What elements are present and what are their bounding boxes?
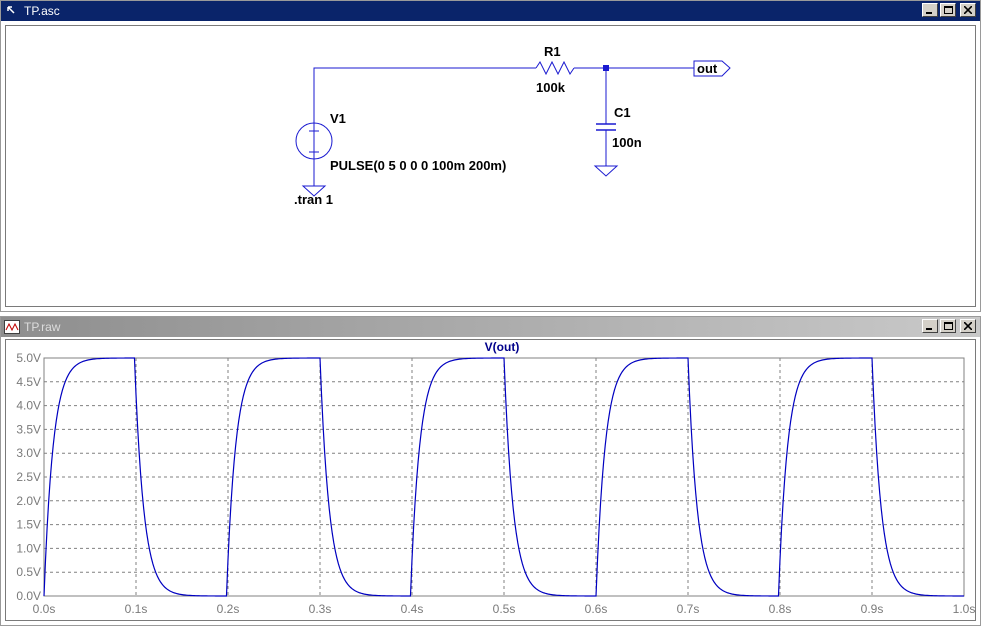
y-tick-label: 1.0V — [16, 541, 41, 555]
minimize-button[interactable] — [922, 3, 938, 17]
tran-directive[interactable]: .tran 1 — [294, 192, 333, 207]
y-tick-label: 4.0V — [16, 399, 41, 413]
x-tick-label: 0.2s — [217, 602, 240, 616]
waveform-window-title: TP.raw — [24, 320, 61, 334]
v1-name-label[interactable]: V1 — [330, 111, 346, 126]
r1-value-label[interactable]: 100k — [536, 80, 566, 95]
ground-c1-symbol — [593, 165, 619, 177]
waveform-doc-icon — [4, 319, 20, 335]
close-icon — [964, 322, 972, 330]
schematic-canvas[interactable]: R1 100k C1 100n V1 PULSE(0 5 0 0 0 100m … — [5, 25, 976, 307]
waveform-window: TP.raw 0.0s 0.1s 0.2s 0.3s 0.4s 0.5s 0.6s 0.7s 0… — [0, 316, 981, 626]
x-tick-label: 0.8s — [769, 602, 792, 616]
r1-name-label[interactable]: R1 — [544, 44, 561, 59]
x-tick-label: 0.3s — [309, 602, 332, 616]
wire-v1-r1 — [313, 67, 536, 163]
capacitor-c1-symbol — [596, 123, 616, 131]
y-tick-label: 1.5V — [16, 518, 41, 532]
x-tick-label: 0.0s — [33, 602, 56, 616]
waveform-plot-area[interactable]: 0.0s 0.1s 0.2s 0.3s 0.4s 0.5s 0.6s 0.7s 0.8s 0.9s… — [5, 339, 976, 621]
x-tick-label: 0.4s — [401, 602, 424, 616]
x-tick-label: 1.0s — [953, 602, 976, 616]
maximize-button[interactable] — [940, 319, 956, 333]
y-tick-label: 0.0V — [16, 589, 41, 603]
c1-name-label[interactable]: C1 — [614, 105, 631, 120]
schematic-window: TP.asc R1 100k C1 100n V1 PULSE(0 5 0 0 … — [0, 0, 981, 312]
x-tick-label: 0.5s — [493, 602, 516, 616]
resistor-r1-symbol — [535, 60, 575, 76]
schematic-window-title: TP.asc — [24, 4, 60, 18]
waveform-plot[interactable]: 0.0s 0.1s 0.2s 0.3s 0.4s 0.5s 0.6s 0.7s 0.8s 0.9s… — [6, 340, 977, 622]
c1-value-label[interactable]: 100n — [612, 135, 642, 150]
y-tick-label: 4.5V — [16, 375, 41, 389]
x-tick-label: 0.9s — [861, 602, 884, 616]
close-button[interactable] — [960, 319, 976, 333]
y-tick-label: 0.5V — [16, 565, 41, 579]
waveform-titlebar[interactable]: TP.raw — [1, 317, 980, 337]
x-tick-label: 0.6s — [585, 602, 608, 616]
v1-value-label[interactable]: PULSE(0 5 0 0 0 100m 200m) — [330, 158, 506, 173]
y-tick-label: 2.5V — [16, 470, 41, 484]
schematic-titlebar[interactable]: TP.asc — [1, 1, 980, 21]
minimize-button[interactable] — [922, 319, 938, 333]
close-button[interactable] — [960, 3, 976, 17]
y-tick-label: 3.5V — [16, 422, 41, 436]
net-label-out[interactable]: out — [697, 61, 718, 76]
close-icon — [964, 6, 972, 14]
schematic-drawing[interactable]: R1 100k C1 100n V1 PULSE(0 5 0 0 0 100m … — [6, 26, 977, 308]
minimize-icon — [926, 12, 932, 14]
minimize-icon — [926, 328, 932, 330]
x-tick-label: 0.7s — [677, 602, 700, 616]
trace-title[interactable]: V(out) — [485, 340, 520, 354]
maximize-button[interactable] — [940, 3, 956, 17]
y-tick-label: 5.0V — [16, 351, 41, 365]
maximize-icon — [943, 321, 953, 330]
y-tick-label: 2.0V — [16, 494, 41, 508]
plus-sign — [309, 126, 319, 136]
maximize-icon — [943, 5, 953, 14]
x-tick-label: 0.1s — [125, 602, 148, 616]
schematic-doc-icon — [4, 3, 20, 19]
y-tick-label: 3.0V — [16, 446, 41, 460]
